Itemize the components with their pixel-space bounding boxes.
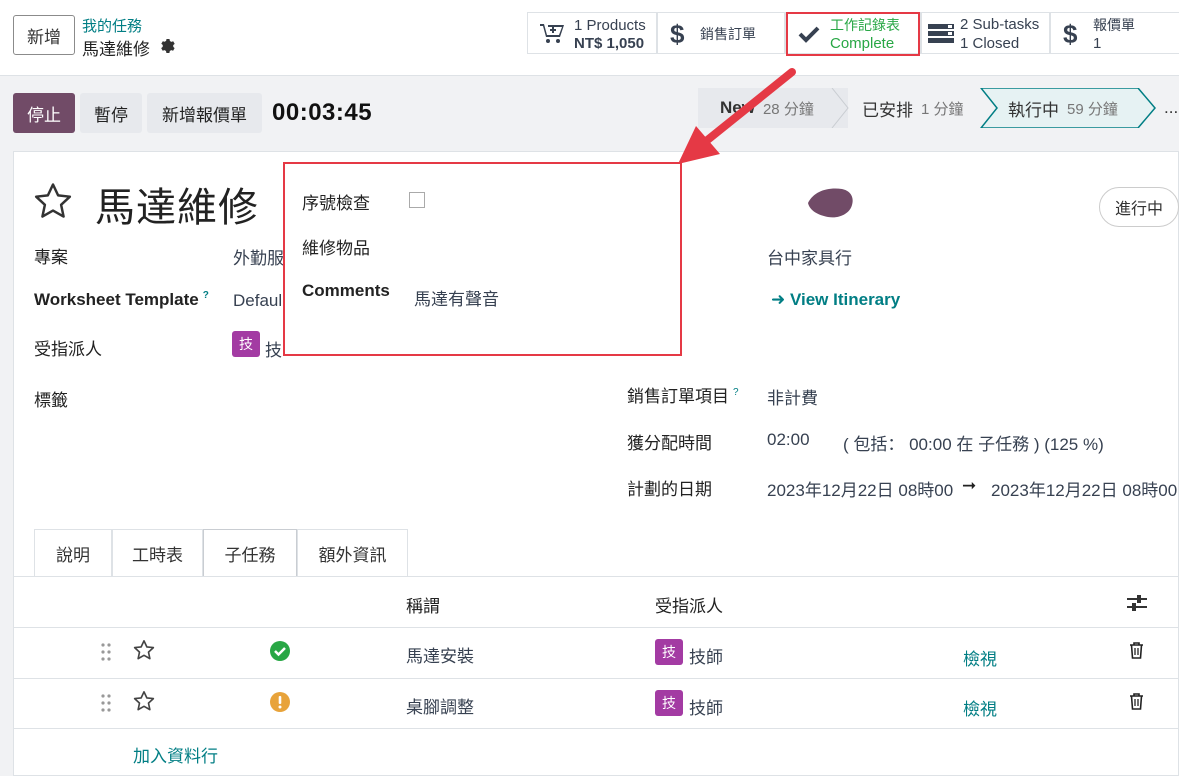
status-pill[interactable]: 進行中 — [1099, 187, 1179, 227]
planned-date-end[interactable]: 2023年12月22日 08時00 — [991, 476, 1177, 501]
planned-date-start[interactable]: 2023年12月22日 08時00 — [767, 476, 953, 501]
customer-value[interactable]: 台中家具行 — [767, 244, 852, 269]
subtasks-closed: 1 Closed — [960, 35, 1020, 52]
dollar-icon: $ — [1063, 19, 1078, 49]
pause-button[interactable]: 暫停 — [80, 93, 142, 133]
worksheet-template-label: Worksheet Template? — [34, 290, 209, 310]
view-itinerary-link[interactable]: ➜ View Itinerary — [771, 290, 900, 310]
trash-icon[interactable] — [1129, 642, 1144, 664]
stage-scheduled-label: 已安排 — [862, 100, 913, 120]
gear-icon[interactable] — [159, 38, 175, 59]
stage-more-label: ... — [1164, 98, 1179, 117]
comments-label: Comments — [302, 281, 390, 300]
products-smart-button[interactable]: 1 Products NT$ 1,050 — [527, 12, 657, 54]
stage-in-progress-count: 59 分鐘 — [1067, 100, 1118, 118]
dollar-icon: $ — [670, 19, 685, 49]
drag-handle-icon[interactable] — [100, 693, 112, 718]
subtask-view-link[interactable]: 檢視 — [963, 695, 997, 720]
tasks-icon — [928, 24, 954, 49]
favorite-star-icon[interactable] — [33, 182, 73, 225]
stage-more[interactable]: ... — [1164, 88, 1178, 128]
quotation-count: 1 — [1093, 35, 1102, 52]
subtasks-smart-button[interactable]: 2 Sub-tasks 1 Closed — [921, 12, 1050, 54]
sales-order-item-label: 銷售訂單項目? — [627, 382, 739, 407]
stage-in-progress[interactable]: 執行中 59 分鐘 — [1008, 88, 1118, 128]
assignee-label: 受指派人 — [34, 340, 102, 359]
column-header-assignee[interactable]: 受指派人 — [655, 592, 723, 617]
priority-blob-icon[interactable] — [806, 185, 854, 226]
done-check-icon[interactable] — [270, 641, 290, 666]
top-bar: 新增 我的任務 馬達維修 1 Products NT$ 1,050 $ 銷售訂單… — [0, 0, 1179, 76]
sales-order-item-value[interactable]: 非計費 — [767, 384, 818, 409]
tags-label: 標籤 — [34, 391, 68, 410]
row-divider — [14, 728, 1179, 729]
tab-description[interactable]: 說明 — [34, 529, 112, 576]
tab-timesheets[interactable]: 工時表 — [112, 529, 203, 576]
sales-order-item-label-text: 銷售訂單項目 — [627, 387, 729, 406]
stage-in-progress-label: 執行中 — [1008, 100, 1059, 120]
subtask-name[interactable]: 桌腳調整 — [406, 693, 474, 718]
star-icon[interactable] — [133, 639, 155, 666]
new-quotation-button[interactable]: 新增報價單 — [147, 93, 262, 133]
star-icon[interactable] — [133, 690, 155, 717]
assignee-value[interactable]: 技 — [265, 336, 282, 361]
products-amount: NT$ 1,050 — [574, 35, 645, 52]
subtask-assignee-avatar: 技 — [655, 639, 683, 665]
task-title[interactable]: 馬達維修 — [95, 175, 259, 233]
subtask-name[interactable]: 馬達安裝 — [406, 642, 474, 667]
serial-check-checkbox[interactable] — [409, 192, 425, 208]
arrow-right-icon: ➞ — [962, 476, 977, 495]
serial-check-label: 序號檢查 — [302, 194, 370, 213]
planned-date-label: 計劃的日期 — [627, 480, 712, 499]
cart-icon — [540, 23, 566, 50]
allocated-time-detail: ( 包括： 00:00 在 子任務 ) (125 %) — [843, 435, 1104, 454]
sales-order-label: 銷售訂單 — [700, 26, 756, 42]
quotation-label: 報價單 — [1093, 17, 1135, 33]
column-header-name[interactable]: 稱謂 — [406, 592, 440, 617]
tab-extra-info[interactable]: 額外資訊 — [297, 529, 408, 576]
subtask-assignee[interactable]: 技師 — [689, 643, 723, 668]
stop-button[interactable]: 停止 — [13, 93, 75, 133]
warning-icon[interactable] — [270, 692, 290, 717]
worksheet-popup: 序號檢查 維修物品 Comments 馬達有聲音 — [283, 162, 682, 356]
view-itinerary-text: View Itinerary — [789, 290, 901, 309]
breadcrumb-current: 馬達維修 — [82, 40, 150, 59]
project-label: 專案 — [34, 248, 68, 267]
trash-icon[interactable] — [1129, 693, 1144, 715]
allocated-time-label: 獲分配時間 — [627, 434, 712, 453]
tab-subtasks[interactable]: 子任務 — [203, 529, 297, 577]
sales-order-item-help[interactable]: ? — [733, 387, 739, 398]
row-divider — [14, 678, 1179, 679]
add-line-link[interactable]: 加入資料行 — [133, 742, 218, 767]
highlight-box — [786, 12, 920, 56]
comments-value[interactable]: 馬達有聲音 — [414, 285, 499, 310]
column-settings-icon[interactable] — [1126, 594, 1148, 617]
worksheet-template-label-text: Worksheet Template — [34, 290, 199, 309]
tab-divider — [14, 576, 1179, 577]
worksheet-template-help[interactable]: ? — [203, 290, 209, 301]
stage-scheduled[interactable]: 已安排 1 分鐘 — [862, 88, 964, 128]
assignee-avatar: 技 — [232, 331, 260, 357]
stage-scheduled-count: 1 分鐘 — [921, 100, 964, 118]
new-button[interactable]: 新增 — [13, 15, 75, 55]
allocated-time-value[interactable]: 02:00 — [767, 430, 810, 450]
repair-item-label: 維修物品 — [302, 239, 370, 258]
subtask-assignee[interactable]: 技師 — [689, 694, 723, 719]
sales-order-smart-button[interactable]: $ 銷售訂單 — [657, 12, 785, 54]
arrow-right-icon: ➜ — [771, 290, 790, 309]
drag-handle-icon[interactable] — [100, 642, 112, 667]
breadcrumb-parent[interactable]: 我的任務 — [82, 15, 142, 36]
annotation-arrow — [678, 68, 796, 164]
row-divider — [14, 627, 1179, 628]
subtasks-count: 2 Sub-tasks — [960, 16, 1040, 33]
subtask-assignee-avatar: 技 — [655, 690, 683, 716]
timer-display: 00:03:45 — [272, 99, 373, 126]
worksheet-template-value[interactable]: Defaul — [233, 291, 282, 311]
project-value[interactable]: 外勤服 — [233, 244, 284, 269]
quotation-smart-button[interactable]: $ 報價單 1 — [1050, 12, 1179, 54]
subtask-view-link[interactable]: 檢視 — [963, 645, 997, 670]
products-count: 1 Products — [574, 17, 646, 34]
